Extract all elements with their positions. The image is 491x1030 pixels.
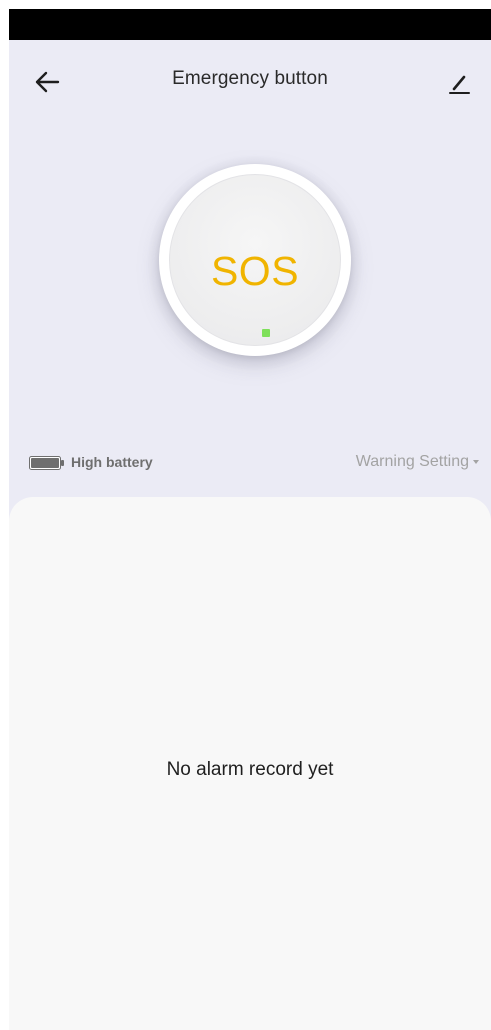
app-screen: Emergency button SOS High battery Warnin… — [9, 9, 491, 1030]
battery-status-label: High battery — [71, 454, 153, 470]
page-title: Emergency button — [172, 68, 328, 89]
sos-button[interactable]: SOS — [159, 164, 351, 356]
caret-down-icon — [473, 459, 479, 464]
warning-setting-label: Warning Setting — [355, 453, 469, 470]
sos-button-face: SOS — [169, 174, 341, 346]
battery-icon — [29, 456, 65, 470]
empty-state-message: No alarm record yet — [166, 759, 334, 780]
pencil-edit-icon — [441, 64, 477, 100]
nav-bar: Emergency button — [9, 40, 491, 120]
sos-label: SOS — [210, 248, 300, 294]
edit-button[interactable] — [441, 64, 477, 100]
sos-indicator-light — [262, 329, 270, 337]
warning-setting-dropdown[interactable]: Warning Setting — [356, 453, 479, 471]
device-info-row: High battery Warning Setting — [9, 445, 491, 479]
status-bar — [9, 9, 491, 40]
alarm-records-panel: No alarm record yet — [9, 497, 491, 1030]
